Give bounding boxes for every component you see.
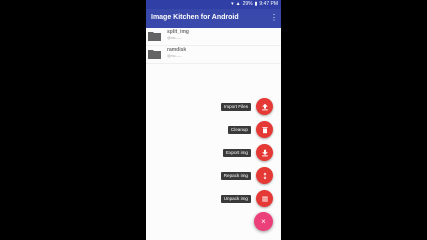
export-img-label[interactable]: Export img	[223, 148, 251, 157]
app-title: Image Kitchen for Android	[151, 14, 239, 21]
fab-row-export: Export img	[223, 144, 273, 161]
fab-row-unpack: Unpack img	[220, 190, 273, 207]
app-bar: Image Kitchen for Android ⋮	[146, 9, 281, 28]
upload-icon	[261, 103, 268, 110]
fab-row-cleanup: Cleanup	[227, 121, 273, 138]
status-icons: ▾ ▲ 29% ▮ 9:47 PM	[231, 0, 278, 9]
import-files-label[interactable]: Import Files	[221, 102, 251, 111]
signal-icon: ▲	[235, 1, 241, 7]
repack-img-button[interactable]	[256, 167, 273, 184]
repack-icon	[262, 172, 267, 179]
clock: 9:47 PM	[259, 1, 278, 7]
overflow-menu-icon[interactable]: ⋮	[270, 13, 278, 23]
unpack-img-label[interactable]: Unpack img	[220, 194, 251, 203]
wifi-icon: ▾	[231, 1, 234, 7]
cleanup-button[interactable]	[256, 121, 273, 138]
unpack-img-button[interactable]	[256, 190, 273, 207]
fab-row-import: Import Files	[221, 98, 273, 115]
battery-level: 29%	[242, 1, 253, 7]
fab-row-repack: Repack img	[220, 167, 273, 184]
battery-icon: ▮	[254, 1, 258, 7]
unpack-icon	[261, 196, 268, 201]
repack-img-label[interactable]: Repack img	[220, 171, 251, 180]
delete-icon	[261, 126, 268, 133]
main-fab-button[interactable]: ×	[254, 212, 273, 231]
phone-screen: ▾ ▲ 29% ▮ 9:47 PM Image Kitchen for Andr…	[146, 0, 281, 240]
download-icon	[261, 149, 268, 156]
import-files-button[interactable]	[256, 98, 273, 115]
close-icon: ×	[261, 217, 266, 226]
cleanup-label[interactable]: Cleanup	[227, 125, 251, 134]
status-bar: ▾ ▲ 29% ▮ 9:47 PM	[146, 0, 281, 9]
export-img-button[interactable]	[256, 144, 273, 161]
